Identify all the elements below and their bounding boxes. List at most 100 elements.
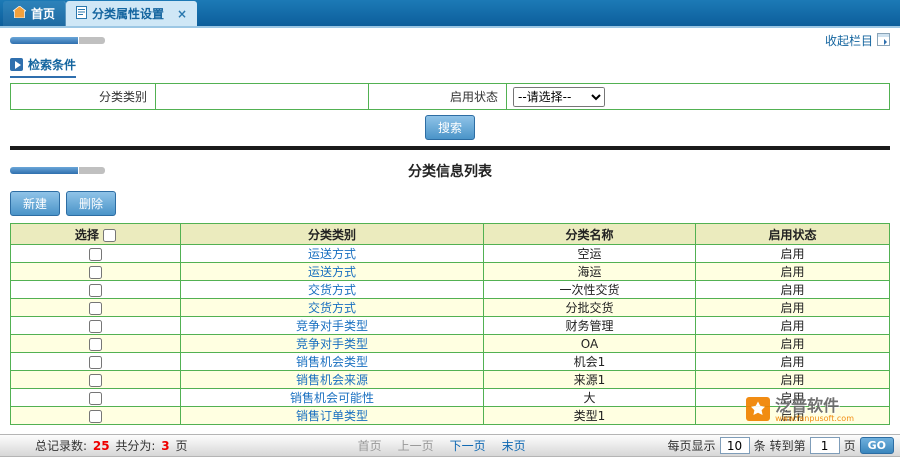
category-link[interactable]: 竞争对手类型 <box>296 337 368 351</box>
row-checkbox[interactable] <box>89 320 102 333</box>
select-cell <box>11 389 181 407</box>
search-section-title: 检索条件 <box>10 56 76 78</box>
go-button[interactable]: GO <box>860 437 894 454</box>
name-cell: 分批交货 <box>484 299 696 317</box>
tab-close-icon[interactable]: × <box>177 8 187 20</box>
name-cell: 海运 <box>484 263 696 281</box>
row-checkbox[interactable] <box>89 392 102 405</box>
status-cell: 启用 <box>696 371 890 389</box>
category-input[interactable] <box>156 87 364 107</box>
pagination-bar: 总记录数: 25 共分为: 3 页 首页 上一页 下一页 末页 每页显示 条 转… <box>0 434 900 457</box>
name-cell: OA <box>484 335 696 353</box>
select-cell <box>11 353 181 371</box>
progress-bar-2 <box>10 167 105 174</box>
category-link[interactable]: 销售机会可能性 <box>290 391 374 405</box>
collapse-columns-link[interactable]: 收起栏目 <box>825 32 890 49</box>
name-cell: 来源1 <box>484 371 696 389</box>
name-cell: 大 <box>484 389 696 407</box>
column-header-status: 启用状态 <box>696 224 890 245</box>
category-field-label: 分类类别 <box>11 84 156 110</box>
name-cell: 类型1 <box>484 407 696 425</box>
category-link[interactable]: 销售机会来源 <box>296 373 368 387</box>
progress-bar <box>10 37 105 44</box>
search-title-label: 检索条件 <box>28 56 76 73</box>
status-cell: 启用 <box>696 353 890 371</box>
category-table: 选择 分类类别 分类名称 启用状态 运送方式空运启用运送方式海运启用交货方式一次… <box>10 223 890 425</box>
select-cell <box>11 317 181 335</box>
page-size-controls: 每页显示 条 转到第 页 GO <box>668 437 894 454</box>
status-cell: 启用 <box>696 263 890 281</box>
column-header-name: 分类名称 <box>484 224 696 245</box>
last-page-link[interactable]: 末页 <box>502 437 526 454</box>
status-field-label: 启用状态 <box>369 84 507 110</box>
row-checkbox[interactable] <box>89 338 102 351</box>
row-checkbox[interactable] <box>89 266 102 279</box>
table-row: 运送方式 海运启用 <box>11 263 890 281</box>
total-records-value: 25 <box>93 439 110 453</box>
collapse-columns-label: 收起栏目 <box>825 32 873 49</box>
record-summary: 总记录数: 25 共分为: 3 页 <box>35 437 187 454</box>
table-row: 交货方式 分批交货启用 <box>11 299 890 317</box>
page: 首页 分类属性设置 × 收起栏目 检索条件 <box>0 0 900 460</box>
select-all-checkbox[interactable] <box>103 229 116 242</box>
column-header-category: 分类类别 <box>181 224 484 245</box>
select-cell <box>11 245 181 263</box>
per-page-input[interactable] <box>720 437 750 454</box>
name-cell: 财务管理 <box>484 317 696 335</box>
select-cell <box>11 371 181 389</box>
select-cell <box>11 335 181 353</box>
watermark-title: 泛普软件 <box>775 397 854 415</box>
category-link[interactable]: 交货方式 <box>308 283 356 297</box>
tab-bar: 首页 分类属性设置 × <box>0 0 900 28</box>
table-row: 运送方式 空运启用 <box>11 245 890 263</box>
status-select[interactable]: --请选择-- <box>513 87 605 107</box>
status-cell: 启用 <box>696 335 890 353</box>
status-cell: 启用 <box>696 281 890 299</box>
row-checkbox[interactable] <box>89 284 102 297</box>
category-link[interactable]: 运送方式 <box>308 247 356 261</box>
search-button-row: 搜索 <box>10 110 890 150</box>
goto-page-input[interactable] <box>810 437 840 454</box>
column-header-select: 选择 <box>11 224 181 245</box>
row-checkbox[interactable] <box>89 248 102 261</box>
row-checkbox[interactable] <box>89 374 102 387</box>
category-link[interactable]: 销售机会类型 <box>296 355 368 369</box>
status-cell: 启用 <box>696 299 890 317</box>
category-link[interactable]: 销售订单类型 <box>296 409 368 423</box>
total-pages-value: 3 <box>161 439 169 453</box>
pager: 首页 上一页 下一页 末页 <box>358 437 526 454</box>
status-cell: 启用 <box>696 317 890 335</box>
row-checkbox[interactable] <box>89 356 102 369</box>
watermark-url: www.fanpusoft.com <box>775 415 854 424</box>
collapse-panel-icon <box>877 33 890 49</box>
tab-home[interactable]: 首页 <box>3 1 66 26</box>
select-cell <box>11 263 181 281</box>
category-link[interactable]: 运送方式 <box>308 265 356 279</box>
name-cell: 机会1 <box>484 353 696 371</box>
watermark: 泛普软件 www.fanpusoft.com <box>746 397 854 424</box>
table-row: 销售机会来源 来源1启用 <box>11 371 890 389</box>
name-cell: 一次性交货 <box>484 281 696 299</box>
prev-page-link[interactable]: 上一页 <box>398 437 434 454</box>
select-cell <box>11 299 181 317</box>
next-page-link[interactable]: 下一页 <box>450 437 486 454</box>
row-checkbox[interactable] <box>89 410 102 423</box>
first-page-link[interactable]: 首页 <box>358 437 382 454</box>
row-checkbox[interactable] <box>89 302 102 315</box>
status-cell: 启用 <box>696 245 890 263</box>
tab-home-label: 首页 <box>31 5 55 22</box>
name-cell: 空运 <box>484 245 696 263</box>
content: 收起栏目 检索条件 分类类别 启用状态 --请选择-- <box>0 33 900 425</box>
tab-category-settings-label: 分类属性设置 <box>92 5 164 22</box>
search-form: 分类类别 启用状态 --请选择-- <box>10 83 890 110</box>
table-row: 竞争对手类型 OA启用 <box>11 335 890 353</box>
tab-category-settings[interactable]: 分类属性设置 × <box>66 1 197 26</box>
category-link[interactable]: 交货方式 <box>308 301 356 315</box>
select-cell <box>11 407 181 425</box>
home-icon <box>13 6 26 21</box>
search-button[interactable]: 搜索 <box>425 115 475 140</box>
new-button[interactable]: 新建 <box>10 191 60 216</box>
arrow-right-icon <box>10 58 23 71</box>
category-link[interactable]: 竞争对手类型 <box>296 319 368 333</box>
delete-button[interactable]: 删除 <box>66 191 116 216</box>
